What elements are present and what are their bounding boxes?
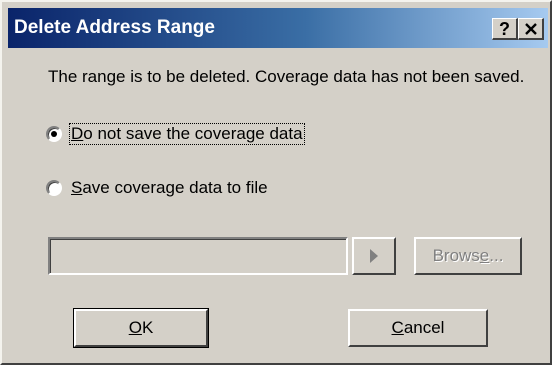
browse-label-before: Brows — [432, 246, 480, 265]
triangle-right-icon — [370, 249, 378, 263]
do-not-save-radio[interactable] — [46, 126, 62, 142]
do-not-save-label[interactable]: Do not save the coverage data — [69, 123, 305, 145]
mnemonic-c: C — [391, 318, 404, 337]
warning-message: The range is to be deleted. Coverage dat… — [48, 67, 525, 86]
save-to-file-label[interactable]: Save coverage data to file — [70, 178, 269, 198]
file-path-input[interactable] — [48, 237, 348, 275]
window-title: Delete Address Range — [14, 17, 215, 38]
mnemonic-s: S — [71, 178, 83, 197]
title-bar[interactable]: Delete Address Range ? — [8, 8, 548, 48]
save-to-file-option[interactable]: Save coverage data to file — [46, 176, 269, 200]
close-icon — [524, 22, 537, 35]
help-button[interactable]: ? — [492, 18, 518, 40]
delete-address-range-dialog: Delete Address Range ? The range is to b… — [0, 0, 552, 365]
ok-button[interactable]: OK — [73, 308, 209, 348]
close-button[interactable] — [518, 18, 544, 40]
mnemonic-d: D — [71, 124, 84, 143]
do-not-save-option[interactable]: Do not save the coverage data — [46, 122, 305, 146]
radio-selected-dot — [51, 131, 57, 137]
path-arrow-button[interactable] — [352, 237, 396, 275]
browse-button[interactable]: Brows e... — [414, 237, 522, 275]
help-icon: ? — [499, 18, 510, 39]
cancel-label-rest: ancel — [403, 318, 445, 337]
cancel-button[interactable]: Cancel — [348, 309, 488, 347]
browse-label-after: ... — [489, 246, 504, 265]
mnemonic-e: e — [479, 246, 490, 265]
ok-label-rest: K — [141, 318, 154, 337]
save-to-file-label-rest: ave coverage data to file — [82, 178, 268, 197]
do-not-save-label-rest: o not save the coverage data — [83, 124, 303, 143]
save-to-file-radio[interactable] — [46, 180, 62, 196]
mnemonic-o: O — [128, 318, 142, 337]
